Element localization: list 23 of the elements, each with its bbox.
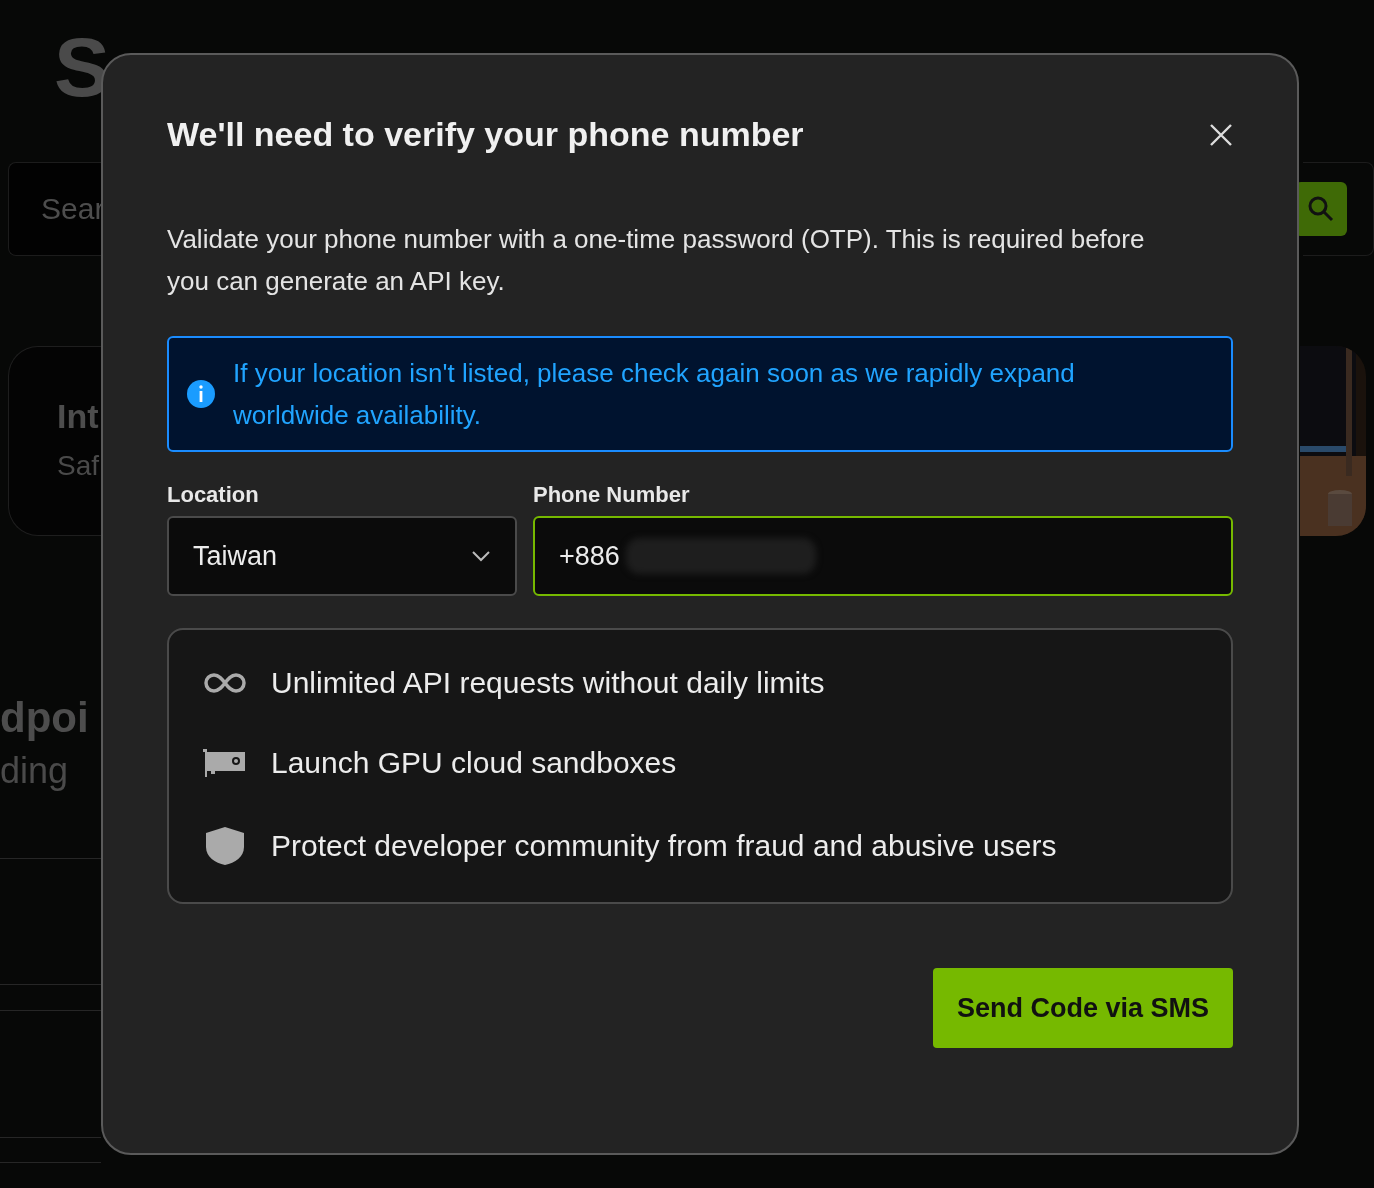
dialog-title: We'll need to verify your phone number <box>167 115 804 154</box>
benefit-text: Launch GPU cloud sandboxes <box>271 746 677 780</box>
shield-icon <box>203 826 247 866</box>
notice-text: If your location isn't listed, please check again soon as we rapidly expand worldwide availability. <box>233 357 1076 432</box>
phone-input[interactable]: +886 <box>533 516 1233 596</box>
card-subtitle: Saf <box>57 450 101 482</box>
close-icon <box>1209 122 1233 147</box>
section-title: dpoi <box>0 694 90 742</box>
benefit-text: Protect developer community from fraud and abusive users <box>271 829 1057 863</box>
search-button[interactable] <box>1299 182 1347 236</box>
infinity-icon <box>203 672 247 694</box>
chevron-down-icon <box>471 550 491 562</box>
card-title: Int <box>57 397 100 436</box>
search-icon <box>1307 195 1335 223</box>
section-subtitle: ding <box>0 750 70 792</box>
gpu-card-icon <box>203 749 247 777</box>
dialog-description: Validate your phone number with a one-time password (OTP). This is required before you can generate an API key. <box>167 223 1146 298</box>
send-code-button[interactable]: Send Code via SMS <box>932 968 1233 1048</box>
info-icon <box>187 380 215 408</box>
benefit-text: Unlimited API requests without daily limits <box>271 666 825 700</box>
field-label: Phone Number <box>533 482 691 508</box>
location-select[interactable]: Taiwan <box>167 516 517 596</box>
field-label: Location <box>167 482 260 508</box>
